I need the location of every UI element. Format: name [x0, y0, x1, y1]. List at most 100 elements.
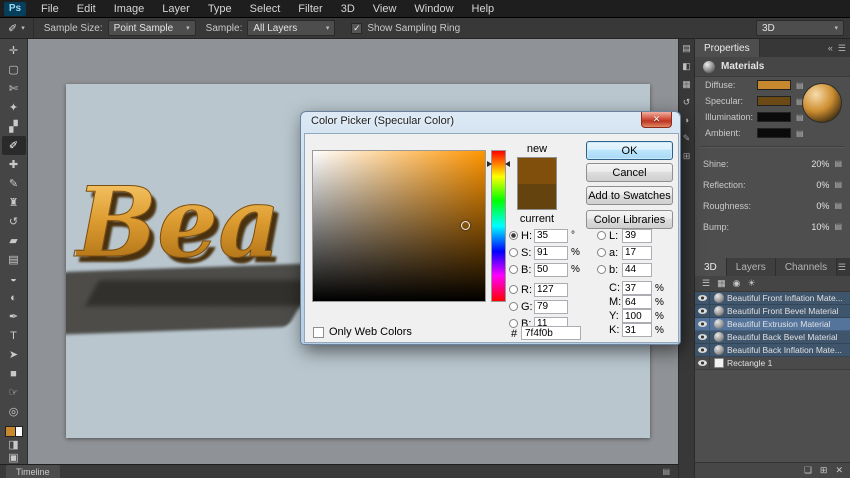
ok-button[interactable]: OK: [586, 141, 673, 160]
scene-list-item[interactable]: Beautiful Front Inflation Mate...: [695, 292, 850, 305]
cancel-button[interactable]: Cancel: [586, 163, 673, 182]
menu-item[interactable]: Filter: [289, 0, 331, 18]
visibility-cell[interactable]: [695, 318, 710, 330]
close-icon[interactable]: ✕: [641, 112, 672, 128]
color-value-input[interactable]: [622, 263, 652, 277]
eraser-tool[interactable]: ▰: [2, 231, 26, 250]
zoom-tool[interactable]: ◎: [2, 402, 26, 421]
healing-brush-tool[interactable]: ✚: [2, 155, 26, 174]
material-slider-value[interactable]: 0%: [816, 180, 829, 190]
color-value-input[interactable]: [622, 281, 652, 295]
menu-item[interactable]: Edit: [68, 0, 105, 18]
color-mode-radio[interactable]: [509, 285, 518, 294]
material-preview-sphere[interactable]: [802, 83, 842, 123]
path-selection-tool[interactable]: ➤: [2, 345, 26, 364]
material-color-chip[interactable]: [757, 96, 791, 106]
color-value-input[interactable]: [534, 300, 568, 314]
menu-item[interactable]: Type: [199, 0, 241, 18]
hand-tool[interactable]: ☞: [2, 383, 26, 402]
type-tool[interactable]: T: [2, 326, 26, 345]
crop-tool[interactable]: ▞: [2, 117, 26, 136]
tab-timeline[interactable]: Timeline: [6, 465, 60, 478]
eyedropper-tool[interactable]: ✐: [2, 136, 26, 155]
workspace-switcher[interactable]: 3D ▾: [756, 20, 844, 36]
clone-stamp-tool[interactable]: ♜: [2, 193, 26, 212]
menu-item[interactable]: 3D: [332, 0, 364, 18]
current-color-swatch[interactable]: [518, 184, 556, 210]
panel-menu-icon[interactable]: ☰: [838, 43, 846, 54]
panel-tab[interactable]: Layers: [727, 258, 776, 276]
visibility-cell[interactable]: [695, 357, 710, 369]
material-slider-value[interactable]: 0%: [816, 201, 829, 211]
filter-material-icon[interactable]: ◉: [733, 278, 741, 289]
sample-dropdown[interactable]: All Layers ▾: [247, 20, 335, 36]
texture-menu-icon[interactable]: ▤: [834, 222, 842, 231]
menu-item[interactable]: Select: [241, 0, 290, 18]
color-value-input[interactable]: [622, 229, 652, 243]
only-web-colors-checkbox[interactable]: [313, 327, 324, 338]
collapse-panels-icon[interactable]: «: [828, 43, 833, 54]
color-mode-radio[interactable]: [509, 319, 518, 328]
color-mode-radio[interactable]: [597, 231, 606, 240]
quick-selection-tool[interactable]: ✦: [2, 98, 26, 117]
styles-panel-icon[interactable]: ✎: [683, 134, 691, 143]
sample-size-dropdown[interactable]: Point Sample ▾: [108, 20, 196, 36]
adjustments-panel-icon[interactable]: ◑: [684, 116, 689, 125]
material-color-chip[interactable]: [757, 112, 791, 122]
filter-scene-icon[interactable]: ☰: [702, 278, 710, 289]
scene-list-item[interactable]: Beautiful Back Bevel Material: [695, 331, 850, 344]
visibility-cell[interactable]: [695, 331, 710, 343]
color-value-input[interactable]: [534, 263, 568, 277]
marquee-tool[interactable]: ▢: [2, 60, 26, 79]
texture-menu-icon[interactable]: ▤: [834, 159, 842, 168]
show-sampling-ring-checkbox[interactable]: ✓: [351, 23, 362, 34]
blur-tool[interactable]: ◒: [2, 269, 26, 288]
color-value-input[interactable]: [622, 295, 652, 309]
add-to-swatches-button[interactable]: Add to Swatches: [586, 186, 673, 205]
texture-menu-icon[interactable]: ▤: [796, 81, 804, 90]
panel-tab[interactable]: 3D: [695, 258, 727, 276]
swatches-panel-icon[interactable]: ▦: [682, 80, 691, 89]
color-value-input[interactable]: [534, 229, 568, 243]
color-mode-radio[interactable]: [509, 231, 518, 240]
material-color-chip[interactable]: [757, 80, 791, 90]
hue-slider[interactable]: [491, 150, 506, 302]
menu-item[interactable]: View: [364, 0, 406, 18]
new-item-icon[interactable]: ⊞: [820, 465, 828, 476]
color-mode-radio[interactable]: [597, 248, 606, 257]
color-value-input[interactable]: [622, 323, 652, 337]
color-mode-radio[interactable]: [509, 302, 518, 311]
menu-item[interactable]: Layer: [153, 0, 199, 18]
color-field[interactable]: [312, 150, 486, 302]
move-tool[interactable]: ✛: [2, 41, 26, 60]
panel-menu-icon[interactable]: ☰: [838, 262, 846, 273]
scene-list-item[interactable]: Beautiful Back Inflation Mate...: [695, 344, 850, 357]
texture-menu-icon[interactable]: ▤: [796, 113, 804, 122]
histogram-panel-icon[interactable]: ▤: [682, 44, 691, 53]
timeline-menu-icon[interactable]: ▤: [662, 467, 670, 476]
menu-item[interactable]: Window: [405, 0, 462, 18]
filter-mesh-icon[interactable]: ▦: [717, 278, 726, 289]
tab-properties[interactable]: Properties: [695, 39, 760, 57]
history-brush-tool[interactable]: ↺: [2, 212, 26, 231]
dodge-tool[interactable]: ◐: [2, 288, 26, 307]
visibility-cell[interactable]: [695, 305, 710, 317]
info-panel-icon[interactable]: ◧: [682, 62, 691, 71]
duplicate-icon[interactable]: ❏: [804, 465, 812, 476]
color-value-input[interactable]: [622, 309, 652, 323]
screen-mode-button[interactable]: ▣: [2, 451, 26, 464]
color-mode-radio[interactable]: [597, 265, 606, 274]
filter-light-icon[interactable]: ☀: [747, 278, 755, 289]
pen-tool[interactable]: ✒: [2, 307, 26, 326]
menu-item[interactable]: Help: [463, 0, 504, 18]
lasso-tool[interactable]: ✄: [2, 79, 26, 98]
visibility-cell[interactable]: [695, 344, 710, 356]
scene-list-item[interactable]: Beautiful Front Bevel Material: [695, 305, 850, 318]
material-slider-value[interactable]: 20%: [811, 159, 829, 169]
material-slider-value[interactable]: 10%: [811, 222, 829, 232]
color-value-input[interactable]: [622, 246, 652, 260]
gradient-tool[interactable]: ▤: [2, 250, 26, 269]
texture-menu-icon[interactable]: ▤: [796, 129, 804, 138]
history-panel-icon[interactable]: ↺: [683, 98, 691, 107]
visibility-cell[interactable]: [695, 292, 710, 304]
